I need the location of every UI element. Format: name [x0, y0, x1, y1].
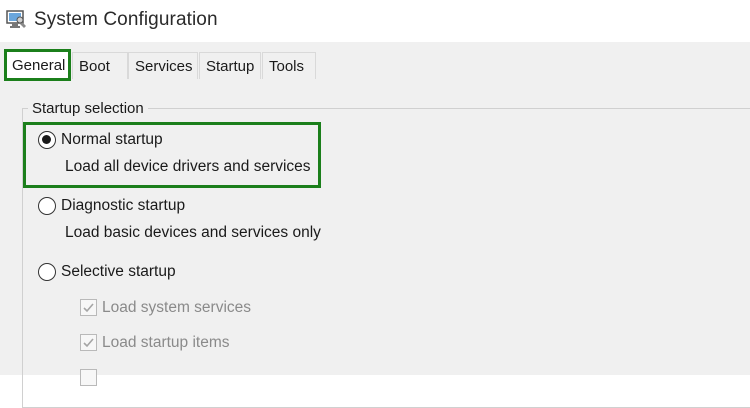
load-system-services-label: Load system services [102, 299, 252, 316]
startup-selection-group [22, 108, 750, 408]
selective-startup-radio[interactable] [38, 263, 56, 281]
checkmark-icon [83, 338, 94, 348]
diagnostic-startup-radio[interactable] [38, 197, 56, 215]
title-bar: System Configuration [0, 0, 750, 42]
window-title: System Configuration [34, 9, 218, 30]
diagnostic-startup-description: Load basic devices and services only [65, 224, 321, 241]
startup-selection-label: Startup selection [28, 100, 148, 117]
checkmark-icon [83, 303, 94, 313]
general-panel: Startup selection Normal startup Load al… [0, 80, 750, 408]
tab-strip: General Boot Services Startup Tools [0, 42, 750, 81]
partial-checkbox[interactable] [80, 369, 97, 386]
normal-startup-description: Load all device drivers and services [65, 158, 311, 175]
tab-startup[interactable]: Startup [199, 52, 261, 79]
tab-tools[interactable]: Tools [262, 52, 316, 79]
system-config-icon [6, 10, 26, 28]
load-system-services-checkbox[interactable] [80, 299, 97, 316]
tab-services[interactable]: Services [128, 52, 198, 79]
load-startup-items-checkbox[interactable] [80, 334, 97, 351]
radio-selected-dot [42, 135, 51, 144]
normal-startup-radio[interactable] [38, 131, 56, 149]
tab-general[interactable]: General [5, 51, 70, 81]
tab-boot[interactable]: Boot [72, 52, 128, 79]
normal-startup-label[interactable]: Normal startup [61, 131, 163, 149]
load-startup-items-label: Load startup items [102, 334, 230, 351]
diagnostic-startup-label[interactable]: Diagnostic startup [61, 197, 185, 215]
selective-startup-label[interactable]: Selective startup [61, 263, 176, 281]
